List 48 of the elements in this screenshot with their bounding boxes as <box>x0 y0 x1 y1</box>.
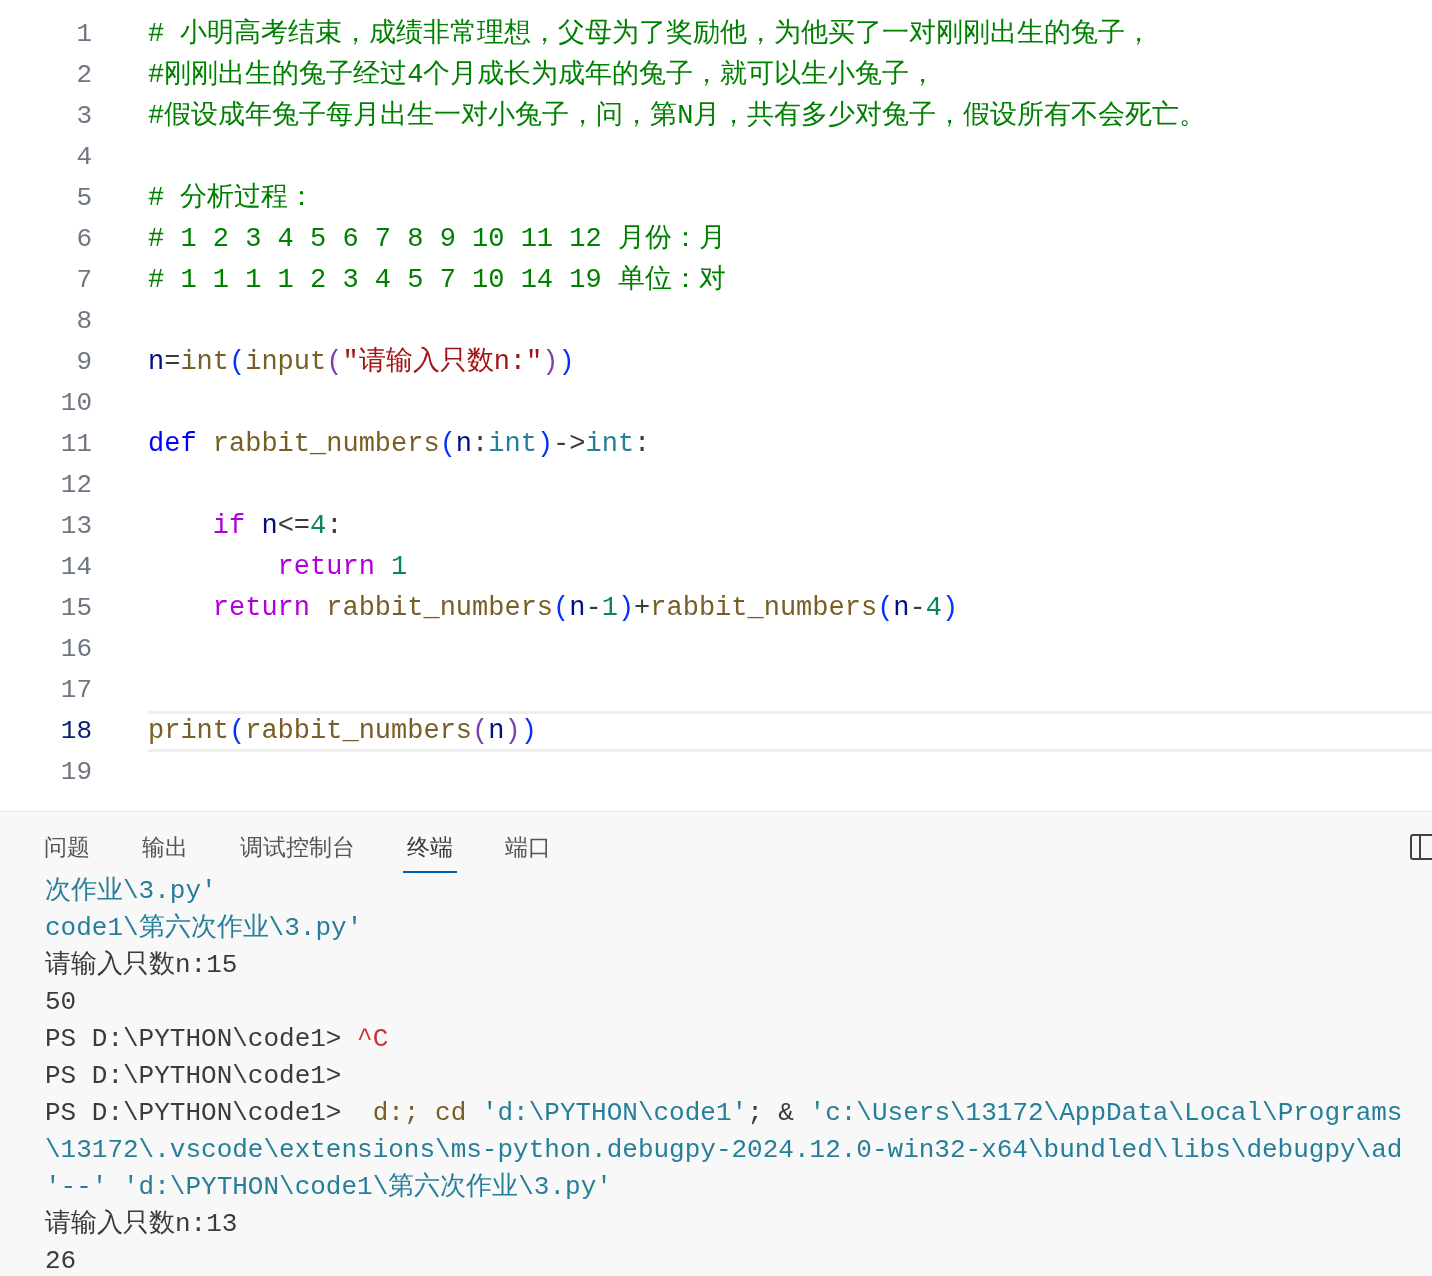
terminal-line: 次作业\3.py' <box>45 874 218 908</box>
line-number: 11 <box>59 428 92 461</box>
code-line: #刚刚出生的兔子经过4个月成长为成年的兔子，就可以生小兔子， <box>148 58 937 93</box>
code-line: print(rabbit_numbers(n)) <box>148 715 537 749</box>
code-line: # 1 2 3 4 5 6 7 8 9 10 11 12 月份：月 <box>148 223 726 257</box>
line-number: 7 <box>75 264 92 297</box>
panel-tab[interactable]: 输出 <box>138 822 192 873</box>
line-number: 1 <box>75 18 92 51</box>
code-line: # 1 1 1 1 2 3 4 5 7 10 14 19 单位：对 <box>148 264 726 298</box>
terminal-line: 50 <box>45 985 78 1019</box>
line-number: 12 <box>59 469 92 502</box>
line-number: 18 <box>59 715 92 748</box>
line-number: 4 <box>75 141 92 174</box>
terminal-line: '--' 'd:\PYTHON\code1\第六次作业\3.py' <box>45 1170 613 1204</box>
panel-tab[interactable]: 问题 <box>40 822 94 873</box>
terminal-line: PS D:\PYTHON\code1> <box>45 1059 343 1093</box>
code-line: def rabbit_numbers(n:int)->int: <box>148 428 651 462</box>
code-line: n=int(input("请输入只数n:")) <box>148 345 575 380</box>
panel-tab[interactable]: 终端 <box>403 822 457 873</box>
code-line: if n<=4: <box>211 510 343 544</box>
line-number: 6 <box>75 223 92 256</box>
code-line: return 1 <box>276 551 408 585</box>
line-number: 16 <box>59 633 92 666</box>
line-number: 5 <box>75 182 92 215</box>
terminal-line: \13172\.vscode\extensions\ms-python.debugpy-2024.12.0-win32-x64\bundled\libs\debugpy\ad <box>45 1133 1404 1167</box>
terminal-line: PS D:\PYTHON\code1> ^C <box>45 1022 390 1056</box>
line-number: 9 <box>75 346 92 379</box>
line-number: 2 <box>75 59 92 92</box>
line-number: 19 <box>59 756 92 789</box>
terminal-line: code1\第六次作业\3.py' <box>45 911 364 945</box>
terminal-line: PS D:\PYTHON\code1> d:; cd 'd:\PYTHON\code1'; & 'c:\Users\13172\AppData\Local\Programs <box>45 1096 1404 1130</box>
code-line: return rabbit_numbers(n-1)+rabbit_numbers(n-4) <box>211 592 959 626</box>
code-line: # 分析过程： <box>148 181 316 216</box>
split-panel-icon[interactable] <box>1410 834 1432 860</box>
line-number: 13 <box>59 510 92 543</box>
panel-tab[interactable]: 端口 <box>501 822 555 873</box>
terminal-line: 请输入只数n:13 <box>45 1207 239 1241</box>
line-number: 8 <box>75 305 92 338</box>
line-number: 17 <box>59 674 92 707</box>
code-line: # 小明高考结束，成绩非常理想，父母为了奖励他，为他买了一对刚刚出生的兔子， <box>148 17 1153 52</box>
line-number: 3 <box>75 100 92 133</box>
line-number: 10 <box>59 387 92 420</box>
line-number: 14 <box>59 551 92 584</box>
terminal-line: 26 <box>45 1244 78 1276</box>
line-number: 15 <box>59 592 92 625</box>
panel-tab[interactable]: 调试控制台 <box>236 822 359 873</box>
code-line: #假设成年兔子每月出生一对小兔子，问，第N月，共有多少对兔子，假设所有不会死亡。 <box>148 99 1207 134</box>
terminal-line: 请输入只数n:15 <box>45 948 239 982</box>
